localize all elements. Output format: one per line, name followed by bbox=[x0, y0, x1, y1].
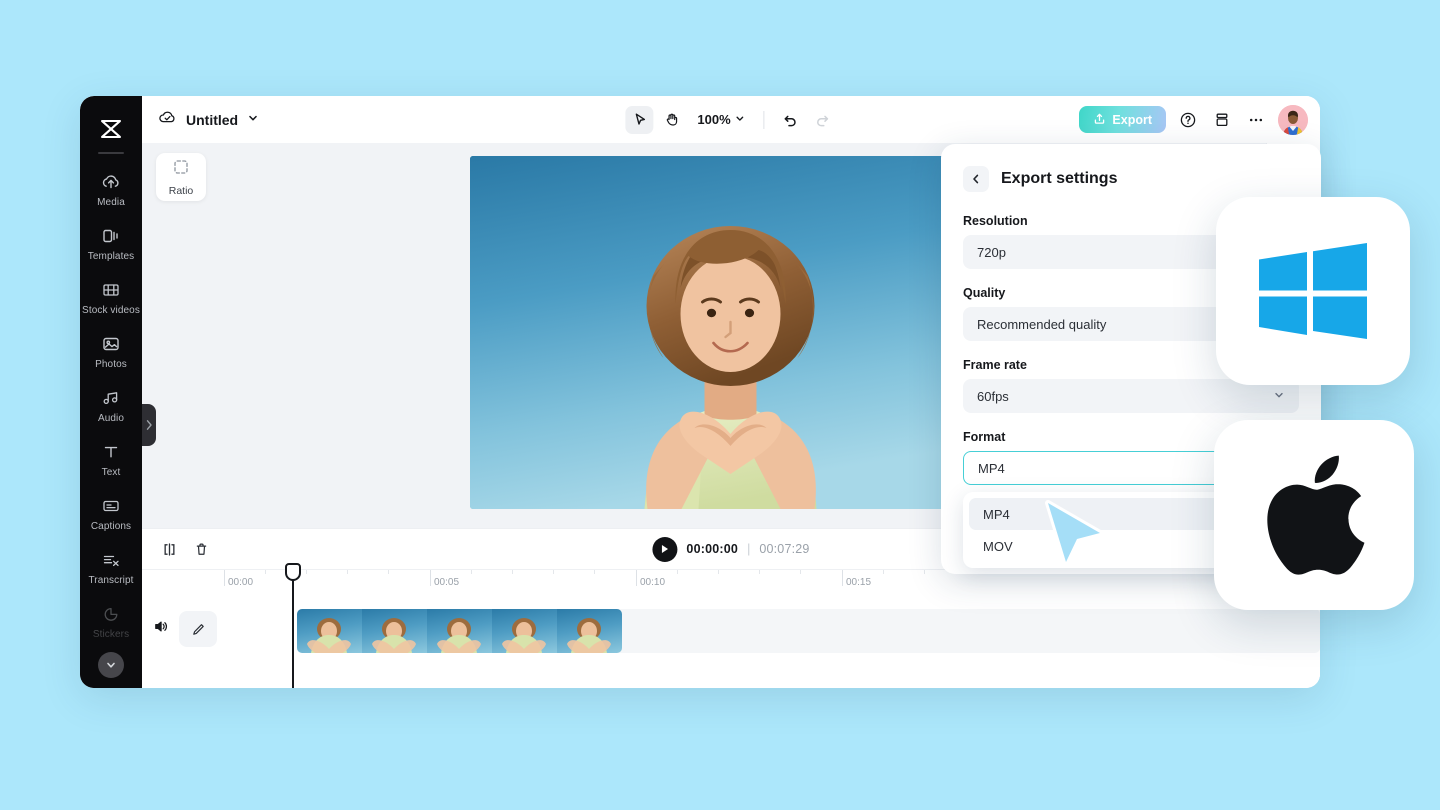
panel-expand-handle[interactable] bbox=[142, 404, 156, 446]
sidebar-label: Text bbox=[101, 467, 121, 478]
sidebar-item-text[interactable]: Text bbox=[80, 432, 142, 486]
ratio-label: Ratio bbox=[168, 184, 194, 197]
export-button[interactable]: Export bbox=[1079, 106, 1166, 133]
speaker-icon[interactable] bbox=[152, 618, 169, 640]
windows-logo-card bbox=[1216, 197, 1410, 385]
export-panel-header: Export settings bbox=[963, 166, 1299, 192]
image-icon bbox=[101, 333, 121, 355]
sidebar-item-audio[interactable]: Audio bbox=[80, 378, 142, 432]
format-option-label: MOV bbox=[983, 538, 1013, 554]
sidebar-label: Templates bbox=[87, 251, 135, 262]
sidebar-collapse-button[interactable] bbox=[98, 652, 124, 678]
project-info: Untitled bbox=[158, 109, 259, 131]
split-clip-button[interactable] bbox=[156, 536, 182, 562]
undo-button[interactable] bbox=[777, 106, 805, 134]
frame-rate-value: 60fps bbox=[977, 388, 1009, 404]
chevron-down-icon bbox=[1273, 389, 1285, 404]
help-button[interactable] bbox=[1176, 108, 1200, 132]
timeline-playhead[interactable] bbox=[285, 563, 301, 688]
play-button[interactable] bbox=[652, 536, 678, 562]
apple-logo bbox=[1267, 455, 1365, 575]
hand-tool-button[interactable] bbox=[657, 106, 685, 134]
chevron-down-icon bbox=[735, 112, 746, 127]
sidebar-label: Captions bbox=[90, 521, 132, 532]
sidebar-label: Stock videos bbox=[82, 305, 140, 316]
redo-button[interactable] bbox=[809, 106, 837, 134]
apple-logo-card bbox=[1214, 420, 1414, 610]
export-panel-title: Export settings bbox=[1001, 170, 1118, 187]
transcript-icon bbox=[101, 549, 121, 571]
music-note-icon bbox=[101, 387, 121, 409]
track-controls bbox=[152, 611, 217, 647]
layers-button[interactable] bbox=[1210, 108, 1234, 132]
toolbar-divider bbox=[763, 110, 765, 129]
logo-divider bbox=[98, 152, 124, 154]
current-time: 00:00:00 bbox=[686, 542, 739, 556]
playback-controls: 00:00:00 | 00:07:29 bbox=[652, 536, 810, 562]
ratio-button[interactable]: Ratio bbox=[156, 153, 206, 201]
film-icon bbox=[101, 279, 121, 301]
chevron-down-icon[interactable] bbox=[247, 111, 259, 129]
top-toolbar: Untitled 100% Export bbox=[142, 96, 1320, 143]
templates-icon bbox=[101, 225, 121, 247]
upload-icon bbox=[1093, 112, 1106, 128]
format-option-label: MP4 bbox=[983, 506, 1010, 522]
format-value: MP4 bbox=[978, 460, 1005, 476]
preview-image bbox=[469, 156, 993, 509]
cloud-check-icon bbox=[158, 109, 177, 131]
project-title[interactable]: Untitled bbox=[186, 112, 238, 128]
sidebar-label: Stickers bbox=[92, 629, 130, 640]
capcut-logo[interactable] bbox=[80, 106, 142, 152]
video-clip[interactable] bbox=[297, 609, 622, 653]
captions-icon bbox=[101, 495, 121, 517]
ruler-label: 00:05 bbox=[434, 577, 460, 588]
text-t-icon bbox=[101, 441, 121, 463]
sidebar-label: Transcript bbox=[88, 575, 134, 586]
sidebar-item-stock-videos[interactable]: Stock videos bbox=[80, 270, 142, 324]
total-time: 00:07:29 bbox=[759, 542, 810, 556]
ruler-label: 00:15 bbox=[846, 577, 872, 588]
top-actions: Export bbox=[1079, 104, 1308, 135]
export-button-label: Export bbox=[1112, 112, 1152, 127]
cloud-upload-icon bbox=[101, 171, 121, 193]
clip-frames bbox=[307, 618, 611, 653]
zoom-level-selector[interactable]: 100% bbox=[689, 108, 751, 131]
left-sidebar: Media Templates Stock videos Photos Audi… bbox=[80, 96, 142, 688]
sidebar-label: Media bbox=[97, 197, 125, 208]
view-tools: 100% bbox=[625, 105, 837, 134]
resolution-value: 720p bbox=[977, 244, 1006, 260]
sidebar-label: Photos bbox=[95, 359, 127, 370]
quality-value: Recommended quality bbox=[977, 316, 1107, 332]
ruler-label: 00:00 bbox=[228, 577, 254, 588]
sidebar-label: Audio bbox=[97, 413, 125, 424]
back-button[interactable] bbox=[963, 166, 989, 192]
delete-button[interactable] bbox=[188, 536, 214, 562]
sidebar-item-media[interactable]: Media bbox=[80, 162, 142, 216]
sidebar-item-templates[interactable]: Templates bbox=[80, 216, 142, 270]
sticker-icon bbox=[101, 603, 121, 625]
track-edit-button[interactable] bbox=[179, 611, 217, 647]
playhead-handle[interactable] bbox=[285, 563, 301, 581]
sidebar-item-captions[interactable]: Captions bbox=[80, 486, 142, 540]
sidebar-item-transcript[interactable]: Transcript bbox=[80, 540, 142, 594]
user-avatar[interactable] bbox=[1278, 104, 1308, 135]
time-separator: | bbox=[747, 542, 751, 556]
windows-logo bbox=[1259, 243, 1367, 339]
sidebar-item-stickers[interactable]: Stickers bbox=[80, 594, 142, 648]
video-preview[interactable] bbox=[469, 156, 993, 509]
ruler-label: 00:10 bbox=[640, 577, 666, 588]
select-tool-button[interactable] bbox=[625, 105, 654, 134]
page-background: Media Templates Stock videos Photos Audi… bbox=[0, 0, 1440, 810]
more-options-button[interactable] bbox=[1244, 108, 1268, 132]
sidebar-item-photos[interactable]: Photos bbox=[80, 324, 142, 378]
crop-frame-icon bbox=[172, 158, 190, 181]
timeline-tracks bbox=[142, 563, 1320, 688]
zoom-level-label: 100% bbox=[697, 112, 731, 127]
